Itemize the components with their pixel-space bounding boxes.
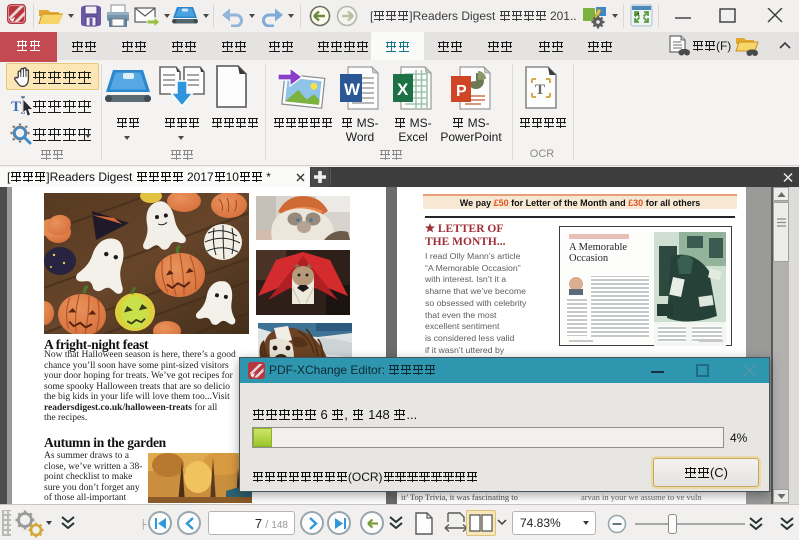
svg-text:X: X bbox=[397, 80, 409, 99]
svg-text:T: T bbox=[535, 82, 545, 98]
svg-text:Occasion: Occasion bbox=[569, 253, 609, 264]
svg-text:T: T bbox=[11, 99, 21, 115]
svg-text:A Memorable: A Memorable bbox=[569, 242, 627, 253]
svg-text:P: P bbox=[456, 83, 467, 100]
svg-text:W: W bbox=[344, 80, 361, 99]
